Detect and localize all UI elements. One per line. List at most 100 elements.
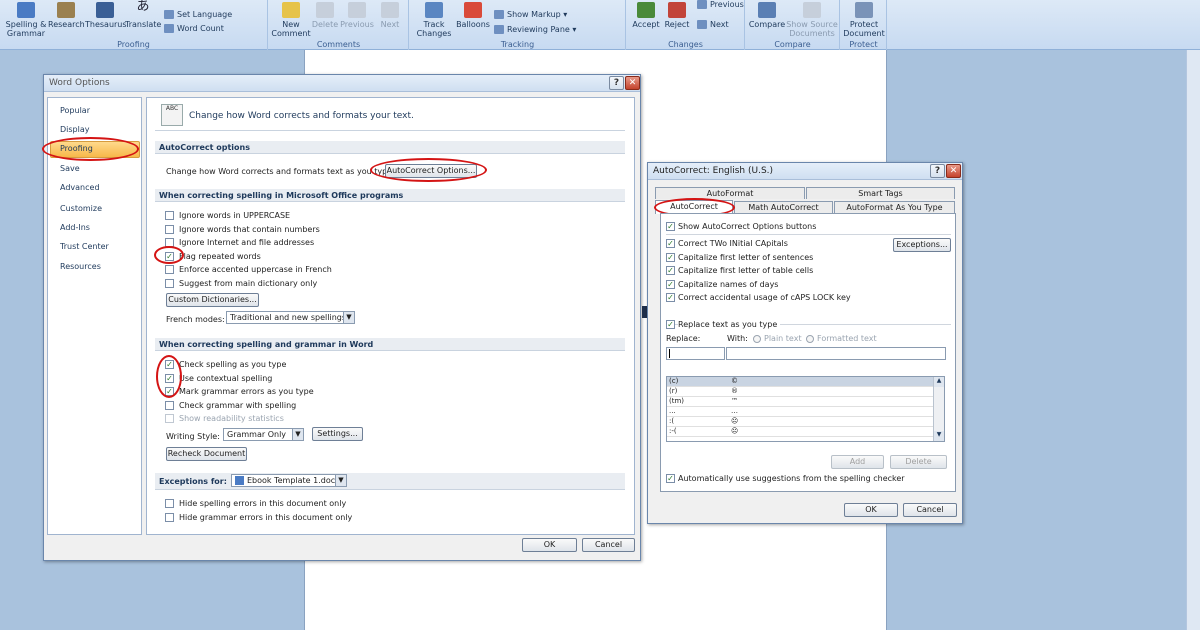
reviewing-pane-button[interactable]: Reviewing Pane ▾ bbox=[494, 25, 576, 34]
checkbox-caps-lock[interactable]: ✓ bbox=[666, 293, 675, 302]
list-row[interactable]: (c) © bbox=[667, 377, 934, 387]
tab-autoformat[interactable]: AutoFormat bbox=[655, 187, 805, 199]
checkbox-hide-spelling[interactable] bbox=[165, 499, 174, 508]
autocorrect-ok-button[interactable]: OK bbox=[844, 503, 898, 517]
with-input[interactable] bbox=[726, 347, 946, 360]
checkbox-capitalize-sentences[interactable]: ✓ bbox=[666, 253, 675, 262]
row-from: (c) bbox=[669, 377, 679, 385]
close-button[interactable]: ✕ bbox=[946, 164, 961, 178]
nav-addins[interactable]: Add-Ins bbox=[60, 223, 90, 232]
tab-math-autocorrect[interactable]: Math AutoCorrect bbox=[734, 201, 833, 213]
autocorrect-cancel-button[interactable]: Cancel bbox=[903, 503, 957, 517]
replace-input[interactable] bbox=[666, 347, 725, 360]
exceptions-value: Ebook Template 1.doc bbox=[247, 476, 336, 485]
list-row[interactable]: :(☹ bbox=[667, 417, 934, 427]
previous-comment-button[interactable]: Previous bbox=[340, 2, 374, 29]
compare-button[interactable]: Compare bbox=[748, 2, 786, 29]
checkbox-two-initial-caps[interactable]: ✓ bbox=[666, 239, 675, 248]
word-options-ok-button[interactable]: OK bbox=[522, 538, 577, 552]
close-button[interactable]: ✕ bbox=[625, 76, 640, 90]
checkbox-replace-as-type[interactable]: ✓ bbox=[666, 320, 675, 329]
word-options-cancel-button[interactable]: Cancel bbox=[582, 538, 635, 552]
next-comment-button[interactable]: Next bbox=[375, 2, 405, 29]
custom-dictionaries-button[interactable]: Custom Dictionaries... bbox=[166, 293, 259, 307]
writing-style-value: Grammar Only bbox=[227, 430, 287, 439]
document-scrollbar[interactable] bbox=[1186, 50, 1200, 630]
nav-trust-center[interactable]: Trust Center bbox=[60, 242, 109, 251]
translate-button[interactable]: あ Translate bbox=[125, 0, 161, 29]
nav-popular[interactable]: Popular bbox=[60, 106, 90, 115]
nav-display[interactable]: Display bbox=[60, 125, 90, 134]
show-source-label: Show Source Documents bbox=[786, 20, 838, 38]
radio-plain-text[interactable] bbox=[753, 335, 761, 343]
list-row[interactable]: (r) ® bbox=[667, 387, 934, 397]
protect-document-button[interactable]: Protect Document bbox=[843, 2, 885, 38]
exceptions-select[interactable]: Ebook Template 1.doc ▼ bbox=[231, 474, 347, 487]
delete-button[interactable]: Delete bbox=[890, 455, 947, 469]
tab-smart-tags[interactable]: Smart Tags bbox=[806, 187, 955, 199]
next-comment-label: Next bbox=[380, 20, 400, 29]
research-button[interactable]: Research bbox=[48, 2, 85, 29]
exceptions-button[interactable]: Exceptions... bbox=[893, 238, 951, 252]
checkbox-hide-grammar[interactable] bbox=[165, 513, 174, 522]
row-from: :( bbox=[669, 417, 675, 425]
add-button[interactable]: Add bbox=[831, 455, 884, 469]
row-to: ® bbox=[731, 387, 738, 395]
set-language-button[interactable]: Set Language bbox=[164, 10, 232, 19]
checkbox-show-buttons[interactable]: ✓ bbox=[666, 222, 675, 231]
balloons-button[interactable]: Balloons bbox=[454, 2, 492, 29]
scroll-down-icon[interactable]: ▼ bbox=[934, 431, 944, 441]
checkbox-check-grammar[interactable] bbox=[165, 401, 174, 410]
checkbox-readability[interactable] bbox=[165, 414, 174, 423]
list-row[interactable]: ...… bbox=[667, 407, 934, 417]
reject-button[interactable]: Reject bbox=[662, 2, 692, 29]
scroll-up-icon[interactable]: ▲ bbox=[934, 377, 944, 387]
nav-advanced[interactable]: Advanced bbox=[60, 183, 100, 192]
accept-button[interactable]: Accept bbox=[631, 2, 661, 29]
checkbox-capitalize-table-cells[interactable]: ✓ bbox=[666, 266, 675, 275]
next-change-button[interactable]: Next bbox=[697, 20, 729, 29]
previous-comment-icon bbox=[348, 2, 366, 18]
tab-autoformat-as-you-type[interactable]: AutoFormat As You Type bbox=[834, 201, 955, 213]
checkbox-auto-suggest[interactable]: ✓ bbox=[666, 474, 675, 483]
label-enforce-accented: Enforce accented uppercase in French bbox=[179, 265, 332, 274]
writing-style-select[interactable]: Grammar Only ▼ bbox=[223, 428, 304, 441]
nav-customize[interactable]: Customize bbox=[60, 204, 102, 213]
word-count-button[interactable]: Word Count bbox=[164, 24, 224, 33]
reviewing-pane-label: Reviewing Pane bbox=[507, 25, 570, 34]
settings-button[interactable]: Settings... bbox=[312, 427, 363, 441]
list-scrollbar[interactable]: ▲ ▼ bbox=[933, 377, 944, 441]
checkbox-capitalize-days[interactable]: ✓ bbox=[666, 280, 675, 289]
previous-change-button[interactable]: Previous bbox=[697, 0, 744, 9]
track-changes-button[interactable]: Track Changes bbox=[412, 2, 456, 38]
checkbox-main-dictionary[interactable] bbox=[165, 279, 174, 288]
word-count-label: Word Count bbox=[177, 24, 224, 33]
checkbox-enforce-accented[interactable] bbox=[165, 265, 174, 274]
french-modes-select[interactable]: Traditional and new spellings ▼ bbox=[226, 311, 355, 324]
replacements-list[interactable]: (c) © (r) ® (tm) ™ ... … :(☹ :-(☹ ▲ ▼ bbox=[666, 376, 945, 442]
row-to: ☹ bbox=[731, 427, 739, 435]
nav-save[interactable]: Save bbox=[60, 164, 80, 173]
show-markup-button[interactable]: Show Markup ▾ bbox=[494, 10, 567, 19]
label-plain-text: Plain text bbox=[764, 334, 802, 343]
list-row[interactable]: (tm) ™ bbox=[667, 397, 934, 407]
recheck-document-button[interactable]: Recheck Document bbox=[166, 447, 247, 461]
checkbox-ignore-numbers[interactable] bbox=[165, 225, 174, 234]
autocorrect-title: AutoCorrect: English (U.S.) bbox=[653, 166, 774, 176]
help-button[interactable]: ? bbox=[609, 76, 624, 90]
compare-group: Compare Show Source Documents Compare bbox=[746, 0, 840, 50]
spelling-grammar-button[interactable]: Spelling & Grammar bbox=[4, 2, 48, 38]
delete-comment-button[interactable]: Delete bbox=[309, 2, 341, 29]
help-button[interactable]: ? bbox=[930, 164, 945, 178]
show-source-documents-button[interactable]: Show Source Documents bbox=[786, 2, 838, 38]
list-row[interactable]: :-(☹ bbox=[667, 427, 934, 437]
track-changes-icon bbox=[425, 2, 443, 18]
label-caps-lock: Correct accidental usage of cAPS LOCK ke… bbox=[678, 293, 851, 302]
checkbox-ignore-uppercase[interactable] bbox=[165, 211, 174, 220]
label-readability: Show readability statistics bbox=[179, 414, 284, 423]
new-comment-button[interactable]: New Comment bbox=[271, 2, 311, 38]
proofing-group: Spelling & Grammar Research Thesaurus あT… bbox=[0, 0, 268, 50]
thesaurus-button[interactable]: Thesaurus bbox=[85, 2, 127, 29]
nav-resources[interactable]: Resources bbox=[60, 262, 101, 271]
radio-formatted-text[interactable] bbox=[806, 335, 814, 343]
